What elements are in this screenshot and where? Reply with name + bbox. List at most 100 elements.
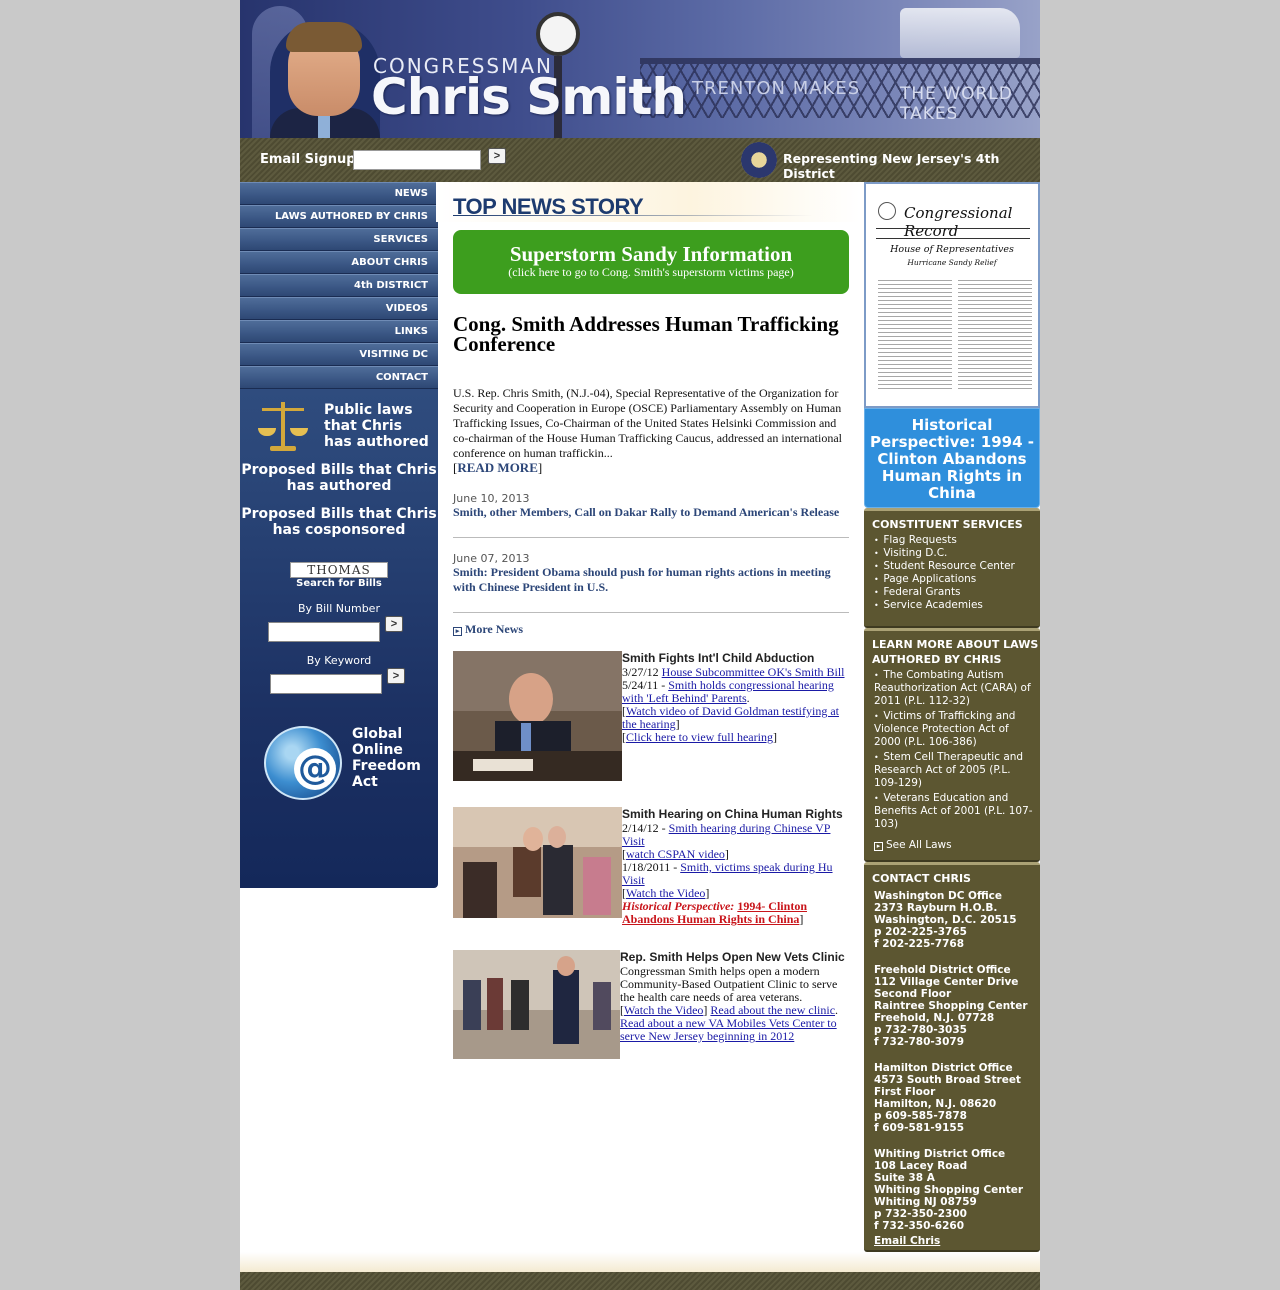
law-link[interactable]: Stem Cell Therapeutic and Research Act o…	[874, 751, 1023, 789]
china-hearing-thumbnail[interactable]	[453, 807, 622, 918]
vets-clinic-thumbnail[interactable]	[453, 950, 620, 1059]
bill-number-input[interactable]	[268, 622, 380, 642]
main-nav: NEWS LAWS AUTHORED BY CHRIS SERVICES ABO…	[240, 182, 438, 389]
feature-link[interactable]: Click here to view full hearing	[626, 730, 773, 744]
news-divider	[453, 612, 849, 613]
list-item: • Service Academies	[874, 599, 983, 611]
news-link[interactable]: Smith: President Obama should push for h…	[453, 565, 849, 595]
keyword-go-button[interactable]: >	[387, 668, 405, 684]
bill-number-label: By Bill Number	[298, 602, 380, 615]
keyword-label: By Keyword	[306, 654, 372, 667]
law-link[interactable]: Victims of Trafficking and Violence Prot…	[874, 710, 1015, 748]
district-tagline: Representing New Jersey's 4th District	[783, 151, 1000, 181]
record-subtitle: Hurricane Sandy Relief	[907, 258, 997, 267]
feature-link[interactable]: Watch the Video	[624, 1003, 703, 1017]
flag-requests-link[interactable]: Flag Requests	[883, 534, 957, 546]
constituent-services-title: CONSTITUENT SERVICES	[872, 518, 1023, 531]
sandy-info-title: Superstorm Sandy Information	[509, 242, 793, 266]
news-item: June 07, 2013 Smith: President Obama sho…	[453, 552, 849, 595]
feature-link[interactable]: Read about the new clinic	[710, 1003, 835, 1017]
bill-number-go-button[interactable]: >	[385, 616, 403, 632]
thomas-logo[interactable]: THOMAS	[290, 562, 388, 578]
nav-item-news[interactable]: NEWS	[240, 182, 438, 205]
thomas-search-label: Search for Bills	[296, 578, 382, 589]
list-item: • Page Applications	[874, 573, 977, 585]
visiting-dc-link[interactable]: Visiting D.C.	[883, 547, 947, 559]
email-signup-label: Email Signup	[260, 152, 356, 167]
bridge-sign-trenton: TRENTON MAKES	[692, 78, 861, 99]
scales-of-justice-icon	[258, 400, 308, 452]
nav-item-videos[interactable]: VIDEOS	[240, 297, 438, 320]
more-news-link[interactable]: ▸ More News	[453, 622, 523, 637]
signup-bar: Email Signup > Representing New Jersey's…	[240, 138, 1040, 182]
keyword-input[interactable]	[270, 674, 382, 694]
house-seal-icon	[741, 142, 777, 178]
office-address: Whiting District Office 108 Lacey Road Sui…	[874, 1148, 1024, 1232]
email-signup-input[interactable]	[353, 150, 481, 170]
nav-item-services[interactable]: SERVICES	[240, 228, 438, 251]
boat-image	[900, 8, 1020, 58]
feature-text: Smith Hearing on China Human Rights 2/14…	[622, 808, 850, 926]
banner-name: Chris Smith	[371, 68, 687, 126]
congressional-record-image[interactable]: Congressional Record House of Representa…	[864, 182, 1040, 408]
constituent-services-box: CONSTITUENT SERVICES • Flag Requests • V…	[864, 508, 1040, 628]
feature-link[interactable]: Read about a new VA Mobiles Vets Center …	[620, 1016, 837, 1043]
nav-item-about[interactable]: ABOUT CHRIS	[240, 251, 438, 274]
nav-item-laws[interactable]: LAWS AUTHORED BY CHRIS	[240, 205, 438, 228]
record-title: Congressional Record	[904, 204, 1013, 240]
federal-grants-link[interactable]: Federal Grants	[883, 586, 960, 598]
news-item: June 10, 2013 Smith, other Members, Call…	[453, 492, 849, 520]
sandy-info-button[interactable]: Superstorm Sandy Information (click here…	[453, 230, 849, 294]
list-item: • Visiting D.C.	[874, 547, 948, 559]
feature-title: Rep. Smith Helps Open New Vets Clinic	[620, 950, 845, 964]
header-banner: CONGRESSMAN Chris Smith TRENTON MAKES TH…	[240, 0, 1040, 138]
list-item: • Federal Grants	[874, 586, 961, 598]
sandy-info-subtitle: (click here to go to Cong. Smith's super…	[508, 265, 794, 279]
page-applications-link[interactable]: Page Applications	[883, 573, 976, 585]
list-item: • Flag Requests	[874, 534, 957, 546]
laws-authored-box: LEARN MORE ABOUT LAWS AUTHORED BY CHRIS …	[864, 628, 1040, 862]
public-laws-link[interactable]: Public laws that Chris has authored	[324, 402, 434, 450]
news-date: June 07, 2013	[453, 552, 530, 565]
list-item: • The Combating Autism Reauthorization A…	[874, 669, 1031, 707]
list-item: • Stem Cell Therapeutic and Research Act…	[874, 751, 1024, 789]
hearing-video-thumbnail[interactable]	[453, 651, 622, 781]
historical-perspective-button[interactable]: Historical Perspective: 1994 - Clinton A…	[864, 408, 1040, 508]
see-all-laws-link[interactable]: ▸ See All Laws	[874, 839, 952, 851]
proposed-bills-authored-link[interactable]: Proposed Bills that Chris has authored	[240, 462, 438, 494]
story-headline[interactable]: Cong. Smith Addresses Human Trafficking …	[453, 314, 849, 355]
feature-link[interactable]: Watch the Video	[626, 886, 705, 900]
law-link[interactable]: The Combating Autism Reauthorization Act…	[874, 669, 1031, 707]
law-link[interactable]: Veterans Education and Benefits Act of 2…	[874, 792, 1033, 830]
record-house: House of Representatives	[890, 244, 1014, 255]
globe-at-icon[interactable]: @	[264, 726, 342, 800]
nav-item-contact[interactable]: CONTACT	[240, 366, 438, 389]
feature-link[interactable]: watch CSPAN video	[626, 847, 725, 861]
nav-item-visiting-dc[interactable]: VISITING DC	[240, 343, 438, 366]
global-online-freedom-act-link[interactable]: Global Online Freedom Act	[352, 726, 432, 790]
office-address: Hamilton District Office 4573 South Broad…	[874, 1062, 1021, 1134]
student-resource-center-link[interactable]: Student Resource Center	[883, 560, 1015, 572]
top-news-title: TOP NEWS STORY	[453, 194, 644, 219]
feature-link[interactable]: Watch video of David Goldman testifying …	[622, 704, 839, 731]
feature-title: Smith Fights Int'l Child Abduction	[622, 651, 815, 665]
news-divider	[453, 537, 849, 538]
office-address: Washington DC Office 2373 Rayburn H.O.B. W…	[874, 890, 1017, 950]
feature-link[interactable]: House Subcommittee OK's Smith Bill	[662, 665, 845, 679]
news-link[interactable]: Smith, other Members, Call on Dakar Rall…	[453, 505, 849, 520]
read-more: [READ MORE]	[453, 460, 543, 475]
footer-bar	[240, 1272, 1040, 1290]
footer-band	[240, 1252, 1040, 1272]
proposed-bills-cosponsored-link[interactable]: Proposed Bills that Chris has cosponsore…	[240, 506, 438, 538]
feature-text: Rep. Smith Helps Open New Vets Clinic Co…	[620, 951, 850, 1043]
email-chris-link[interactable]: Email Chris	[874, 1235, 940, 1247]
nav-item-links[interactable]: LINKS	[240, 320, 438, 343]
service-academies-link[interactable]: Service Academies	[883, 599, 983, 611]
contact-chris-title: CONTACT CHRIS	[872, 872, 971, 885]
read-more-link[interactable]: READ MORE	[457, 460, 538, 475]
office-address: Freehold District Office 112 Village Cent…	[874, 964, 1028, 1048]
page: CONGRESSMAN Chris Smith TRENTON MAKES TH…	[240, 0, 1040, 1290]
email-signup-go-button[interactable]: >	[488, 148, 506, 164]
nav-item-district[interactable]: 4th DISTRICT	[240, 274, 438, 297]
feature-description: Congressman Smith helps open a modern Co…	[620, 964, 838, 1004]
